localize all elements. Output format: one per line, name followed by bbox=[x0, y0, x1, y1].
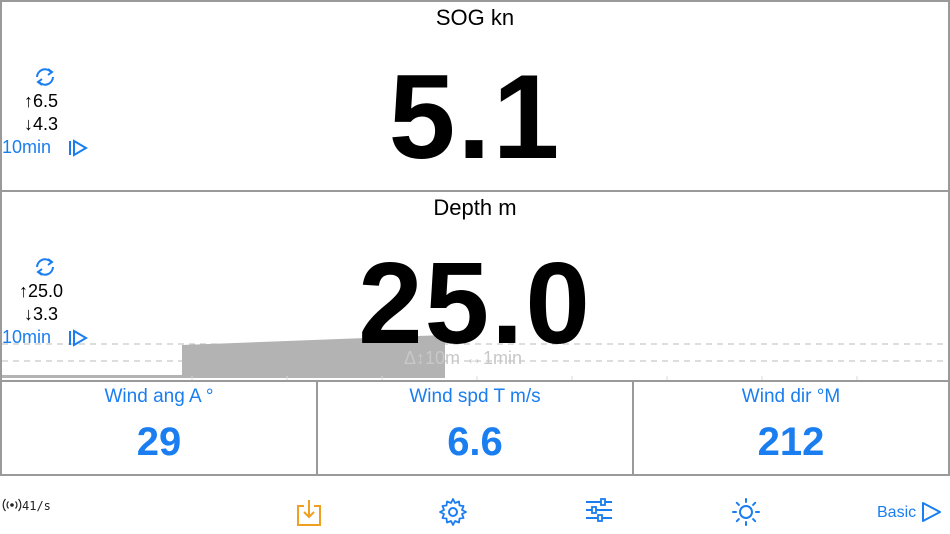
tile-title: Wind dir °M bbox=[741, 386, 841, 407]
sog-value: 5.1 bbox=[388, 50, 562, 184]
next-icon[interactable] bbox=[920, 501, 942, 523]
tile-value: 6.6 bbox=[447, 420, 503, 464]
sog-period[interactable]: 10min bbox=[2, 137, 51, 158]
depth-stats: ↑25.0 ↓3.3 10min bbox=[2, 256, 92, 352]
wind-direction-tile[interactable]: Wind dir °M 212 bbox=[632, 380, 950, 476]
basic-mode-button[interactable]: Basic bbox=[877, 504, 916, 522]
wind-angle-tile[interactable]: Wind ang A ° 29 bbox=[0, 380, 318, 476]
play-icon[interactable] bbox=[68, 139, 88, 157]
depth-panel[interactable]: Δ↕10m ↔1min Depth m 25.0 ↑25.0 ↓3.3 10mi… bbox=[0, 190, 950, 382]
basic-mode-label: Basic bbox=[877, 504, 917, 521]
depth-max: ↑25.0 bbox=[19, 281, 64, 301]
refresh-icon[interactable] bbox=[32, 66, 58, 88]
sog-stats: ↑6.5 ↓4.3 10min bbox=[2, 66, 92, 162]
signal-icon bbox=[2, 498, 22, 512]
depth-value: 25.0 bbox=[358, 238, 592, 368]
sog-max: ↑6.5 bbox=[24, 91, 59, 111]
sog-title: SOG kn bbox=[435, 5, 515, 30]
tile-title: Wind ang A ° bbox=[104, 386, 214, 407]
refresh-icon[interactable] bbox=[32, 256, 58, 278]
sog-min: ↓4.3 bbox=[24, 114, 59, 134]
tile-value: 29 bbox=[136, 420, 182, 464]
sliders-icon[interactable] bbox=[584, 495, 614, 525]
gear-icon[interactable] bbox=[438, 497, 468, 527]
depth-min: ↓3.3 bbox=[24, 304, 59, 324]
depth-title: Depth m bbox=[433, 195, 517, 220]
tile-value: 212 bbox=[757, 420, 825, 464]
wind-speed-tile[interactable]: Wind spd T m/s 6.6 bbox=[316, 380, 634, 476]
tile-title: Wind spd T m/s bbox=[409, 386, 541, 407]
data-rate-status: 41/s bbox=[2, 498, 51, 513]
play-icon[interactable] bbox=[68, 329, 88, 347]
download-icon[interactable] bbox=[294, 498, 324, 528]
depth-period[interactable]: 10min bbox=[2, 327, 51, 348]
data-rate: 41/s bbox=[22, 499, 51, 513]
toolbar bbox=[0, 476, 950, 534]
sun-icon[interactable] bbox=[731, 497, 761, 527]
sog-panel[interactable]: SOG kn 5.1 ↑6.5 ↓4.3 10min bbox=[0, 0, 950, 192]
